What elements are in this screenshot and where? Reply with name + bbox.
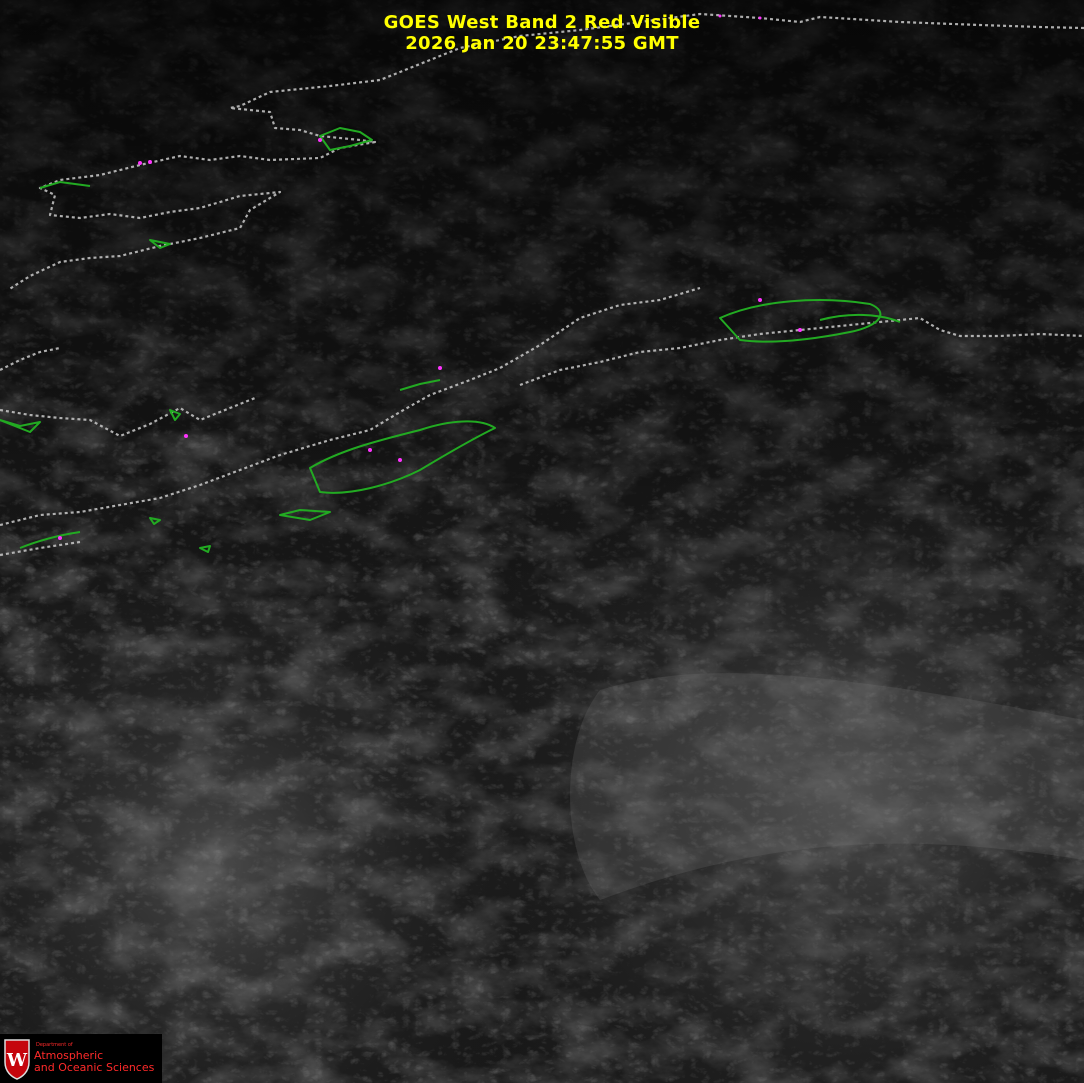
title-line-1: GOES West Band 2 Red Visible (383, 12, 701, 33)
image-title: GOES West Band 2 Red Visible 2026 Jan 20… (0, 12, 1084, 54)
department-logo: W Department of Atmospheric and Oceanic … (0, 1034, 162, 1083)
logo-line-2: and Oceanic Sciences (34, 1061, 155, 1074)
night-side-shading (0, 0, 1084, 1083)
logo-dept-label: Department of (36, 1042, 73, 1048)
svg-text:W: W (6, 1050, 28, 1071)
title-line-2: 2026 Jan 20 23:47:55 GMT (405, 33, 679, 54)
uw-crest-icon: W (4, 1039, 30, 1080)
satellite-image (0, 0, 1084, 1083)
